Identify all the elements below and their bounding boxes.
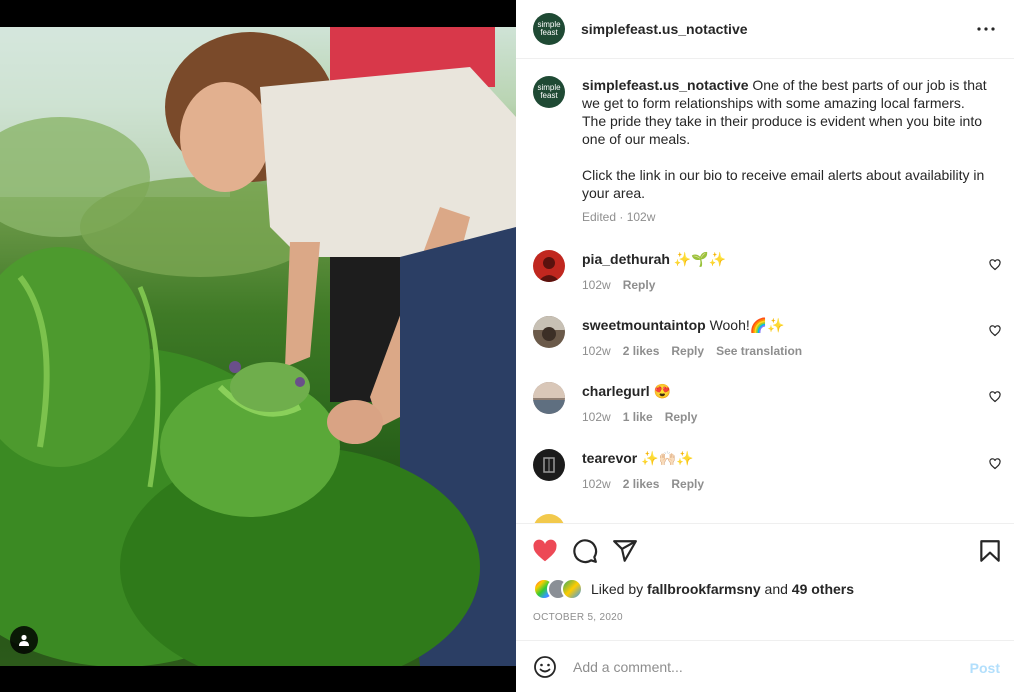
post-actions-bar — [516, 523, 1014, 579]
commenter-avatar[interactable] — [533, 514, 565, 523]
comment-meta: 102w Reply — [582, 276, 976, 294]
comments-list[interactable]: simple feast simplefeast.us_notactive On… — [516, 60, 1014, 523]
bookmark-icon[interactable] — [977, 538, 1003, 564]
caption-meta: Edited · 102w — [582, 210, 656, 224]
reply-button[interactable]: Reply — [623, 276, 656, 294]
likes-summary: Liked by fallbrookfarmsny and 49 others — [533, 578, 854, 600]
likes-others-link[interactable]: 49 others — [792, 581, 854, 597]
avatar-text-line2: feast — [540, 28, 558, 37]
see-translation-button[interactable]: See translation — [716, 342, 802, 360]
comment-likes-count[interactable]: 2 likes — [623, 475, 660, 493]
comment-username[interactable]: pia_dethurah — [582, 251, 670, 267]
commenter-avatar[interactable] — [533, 250, 565, 282]
comment-likes-count[interactable]: 1 like — [623, 408, 653, 426]
comment-body: tearevor ✨🙌🏻✨ 102w 2 likes Reply — [582, 449, 976, 493]
comment-likes-count[interactable]: 2 likes — [623, 342, 660, 360]
comment-input[interactable] — [573, 656, 943, 678]
reply-button[interactable]: Reply — [671, 342, 704, 360]
avatar-image — [533, 382, 565, 414]
avatar-image — [538, 257, 560, 282]
caption-text: simplefeast.us_notactive One of the best… — [582, 76, 990, 202]
commenter-avatar[interactable] — [533, 382, 565, 414]
comment-like-icon[interactable] — [989, 458, 1001, 470]
liker-avatar — [561, 578, 583, 600]
comment-body: pia_dethurah ✨🌱✨ 102w Reply — [582, 250, 976, 294]
comment-meta: 102w 2 likes Reply See translation — [582, 342, 976, 360]
post-date[interactable]: OCTOBER 5, 2020 — [533, 612, 623, 623]
comment-icon[interactable] — [572, 538, 598, 564]
avatar-text-line2: feast — [540, 91, 558, 100]
avatar-image — [533, 316, 565, 341]
comment-username[interactable]: sweetmountaintop — [582, 317, 706, 333]
comment-like-icon[interactable] — [989, 325, 1001, 337]
post-photo[interactable] — [0, 27, 516, 666]
comment-age: 102w — [582, 344, 611, 358]
comment-meta: 102w 1 like Reply — [582, 408, 976, 426]
more-options-button[interactable] — [975, 18, 997, 40]
author-avatar[interactable]: simple feast — [533, 13, 565, 45]
comment-age: 102w — [582, 410, 611, 424]
caption-content: One of the best parts of our job is that… — [582, 77, 987, 201]
liked-by-user[interactable]: fallbrookfarmsny — [647, 581, 761, 597]
tagged-users-button[interactable] — [10, 626, 38, 654]
commenter-avatar[interactable] — [533, 316, 565, 348]
reply-button[interactable]: Reply — [671, 475, 704, 493]
comment-text: 😍 — [653, 383, 672, 399]
caption-author-avatar[interactable]: simple feast — [533, 76, 565, 108]
comment-text: ✨🌱✨ — [673, 251, 727, 267]
caption-username[interactable]: simplefeast.us_notactive — [582, 77, 749, 93]
comment-text: ✨🙌🏻✨ — [641, 450, 694, 466]
heart-filled-icon[interactable] — [532, 538, 558, 564]
likes-prefix: Liked by — [591, 581, 644, 597]
caption-body: simplefeast.us_notactive One of the best… — [582, 76, 990, 226]
liker-avatars[interactable] — [533, 578, 587, 600]
author-username[interactable]: simplefeast.us_notactive — [581, 21, 748, 37]
post-details-panel: simple feast simplefeast.us_notactive si… — [516, 0, 1014, 692]
reply-button[interactable]: Reply — [665, 408, 698, 426]
avatar-image — [543, 457, 555, 473]
paper-plane-icon[interactable] — [612, 538, 638, 564]
commenter-avatar[interactable] — [533, 449, 565, 481]
comment-text: Wooh!🌈✨ — [709, 317, 785, 333]
post-comment-button[interactable]: Post — [970, 660, 1000, 676]
smiley-icon[interactable] — [533, 655, 557, 679]
comment-like-icon[interactable] — [989, 259, 1001, 271]
photo-illustration — [0, 27, 516, 666]
comment-body: charlegurl 😍 102w 1 like Reply — [582, 382, 976, 426]
likes-joiner: and — [764, 581, 788, 597]
comment-body: sweetmountaintop Wooh!🌈✨ 102w 2 likes Re… — [582, 316, 976, 360]
comment-meta: 102w 2 likes Reply — [582, 475, 976, 493]
post-media-pane — [0, 0, 516, 692]
add-comment-bar: Post — [516, 640, 1014, 692]
comment-age: 102w — [582, 278, 611, 292]
post-header: simple feast simplefeast.us_notactive — [516, 0, 1014, 59]
comment-username[interactable]: charlegurl — [582, 383, 650, 399]
comment-username[interactable]: tearevor — [582, 450, 637, 466]
comment-age: 102w — [582, 477, 611, 491]
ellipsis-icon — [977, 27, 995, 31]
comment-like-icon[interactable] — [989, 391, 1001, 403]
user-icon — [19, 634, 29, 646]
